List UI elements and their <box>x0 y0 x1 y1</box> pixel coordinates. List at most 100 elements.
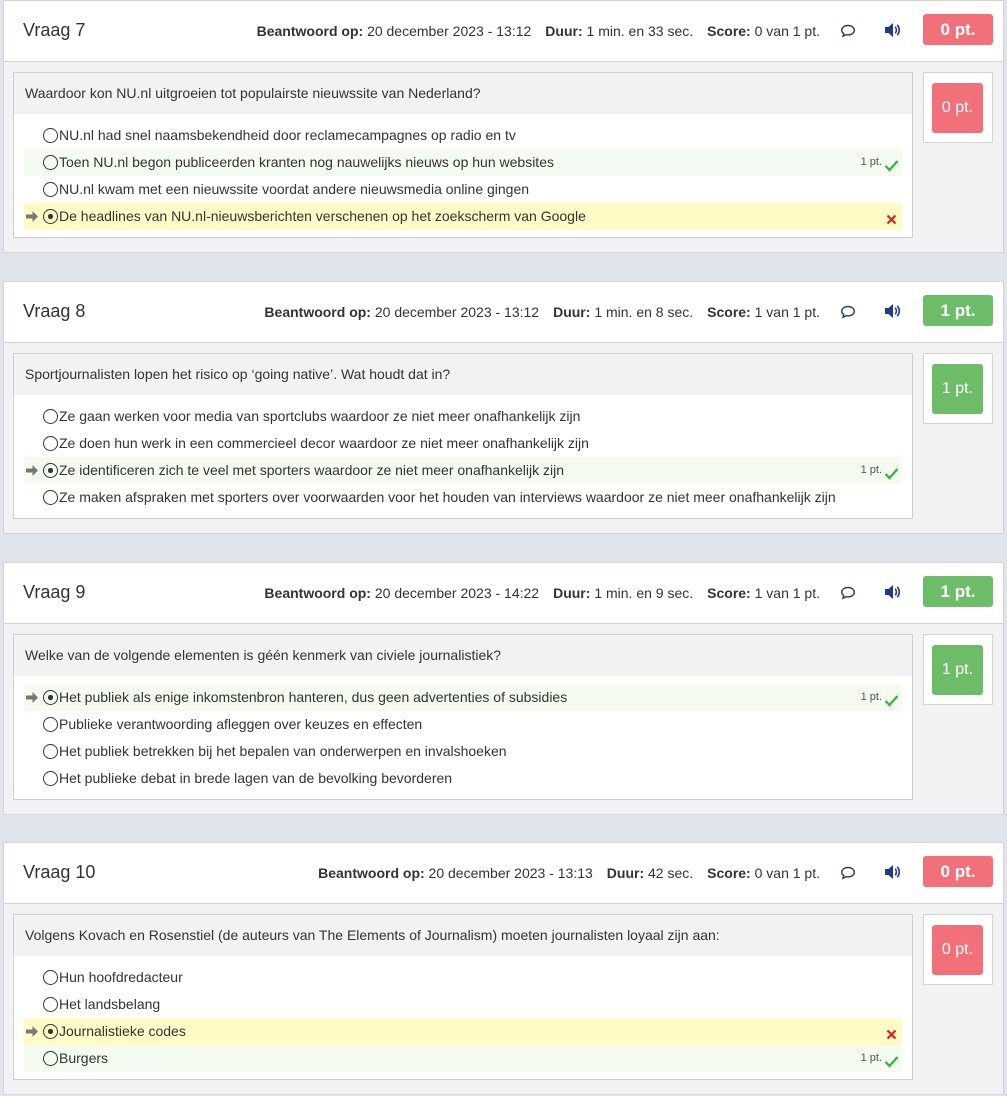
speaker-icon[interactable] <box>883 863 903 881</box>
answer-text: Burgers <box>59 1050 109 1066</box>
side-score-badge: 1 pt. <box>932 645 983 695</box>
question-body: Volgens Kovach en Rosenstiel (de auteurs… <box>13 914 913 1080</box>
score-value: 1 van 1 pt. <box>754 304 820 320</box>
answer-points: 1 pt. <box>860 1052 882 1064</box>
answer-option: Publieke verantwoording afleggen over ke… <box>24 711 902 738</box>
answered-on-value: 20 december 2023 - 13:13 <box>428 865 593 881</box>
answer-points: 1 pt. <box>860 156 882 168</box>
answer-option: Toen NU.nl begon publiceerden kranten no… <box>24 149 902 176</box>
answered-on-label: Beantwoord op: <box>264 304 371 320</box>
answer-option: Het publiek als enige inkomstenbron hant… <box>24 684 902 711</box>
answer-list: Ze gaan werken voor media van sportclubs… <box>14 395 912 518</box>
quiz-results-page: Vraag 7 Beantwoord op: 20 december 2023 … <box>0 0 1007 1096</box>
radio-button <box>43 690 58 705</box>
answered-on-label: Beantwoord op: <box>264 585 371 601</box>
radio-button <box>43 128 58 143</box>
answer-option: De headlines van NU.nl-nieuwsberichten v… <box>24 203 902 230</box>
score-value: 0 van 1 pt. <box>754 23 820 39</box>
arrow-right-icon <box>25 457 39 484</box>
question-title: Vraag 7 <box>23 20 86 40</box>
comment-icon[interactable] <box>840 304 856 320</box>
answer-option: Het publiek betrekken bij het bepalen va… <box>24 738 902 765</box>
checkmark-icon <box>884 690 899 707</box>
comment-icon[interactable] <box>840 23 856 39</box>
radio-button <box>43 436 58 451</box>
score-value: 0 van 1 pt. <box>754 865 820 881</box>
radio-button <box>43 409 58 424</box>
answered-on-value: 20 december 2023 - 13:12 <box>374 304 540 320</box>
score-badge: 0 pt. <box>923 856 993 887</box>
radio-button <box>43 970 58 985</box>
radio-button <box>43 490 58 505</box>
answer-option: Het landsbelang <box>24 991 902 1018</box>
side-score-badge: 0 pt. <box>932 83 983 133</box>
radio-button <box>43 1051 58 1066</box>
side-score-box: 0 pt. <box>923 914 993 985</box>
answer-text: NU.nl kwam met een nieuwssite voordat an… <box>59 181 530 197</box>
question-body: Sportjournalisten lopen het risico op ‘g… <box>13 353 913 519</box>
speaker-icon[interactable] <box>883 583 903 601</box>
radio-button <box>43 744 58 759</box>
answer-text: Het landsbelang <box>59 996 161 1012</box>
question-text: Welke van de volgende elementen is géén … <box>14 635 912 676</box>
answer-option: Burgers 1 pt. <box>24 1045 902 1072</box>
radio-button <box>43 771 58 786</box>
score-badge: 0 pt. <box>923 14 993 45</box>
question-meta: Beantwoord op: 20 december 2023 - 13:12 D… <box>257 23 820 39</box>
radio-button <box>43 717 58 732</box>
question-card-10: Vraag 10 Beantwoord op: 20 december 2023… <box>3 842 1004 1095</box>
answer-option: Ze gaan werken voor media van sportclubs… <box>24 403 902 430</box>
duration-label: Duur: <box>553 585 591 601</box>
question-header: Vraag 10 Beantwoord op: 20 december 2023… <box>4 843 1003 904</box>
answer-text: Publieke verantwoording afleggen over ke… <box>59 716 423 732</box>
answer-text: De headlines van NU.nl-nieuwsberichten v… <box>59 208 586 224</box>
answer-text: Het publiek als enige inkomstenbron hant… <box>59 689 568 705</box>
answer-option: Het publieke debat in brede lagen van de… <box>24 765 902 792</box>
answer-text: Het publieke debat in brede lagen van de… <box>59 770 453 786</box>
answer-text: Hun hoofdredacteur <box>59 969 183 985</box>
answer-text: Toen NU.nl begon publiceerden kranten no… <box>59 154 554 170</box>
answer-text: Het publiek betrekken bij het bepalen va… <box>59 743 507 759</box>
question-meta: Beantwoord op: 20 december 2023 - 14:22 D… <box>264 585 820 601</box>
question-header: Vraag 8 Beantwoord op: 20 december 2023 … <box>4 282 1003 343</box>
question-body: Welke van de volgende elementen is géén … <box>13 634 913 800</box>
answer-text: Journalistieke codes <box>59 1023 186 1039</box>
question-card-9: Vraag 9 Beantwoord op: 20 december 2023 … <box>3 562 1004 815</box>
answer-option: Ze doen hun werk in een commercieel deco… <box>24 430 902 457</box>
answer-option: Journalistieke codes <box>24 1018 902 1045</box>
duration-value: 1 min. en 8 sec. <box>594 304 694 320</box>
side-score-badge: 0 pt. <box>932 925 983 975</box>
score-badge: 1 pt. <box>923 295 993 326</box>
side-score-box: 0 pt. <box>923 72 993 143</box>
question-title: Vraag 8 <box>23 301 86 321</box>
score-value: 1 van 1 pt. <box>754 585 820 601</box>
arrow-right-icon <box>25 203 39 230</box>
cross-icon <box>884 1024 899 1040</box>
question-header: Vraag 7 Beantwoord op: 20 december 2023 … <box>4 1 1003 62</box>
question-header: Vraag 9 Beantwoord op: 20 december 2023 … <box>4 563 1003 624</box>
radio-button <box>43 209 58 224</box>
question-text: Waardoor kon NU.nl uitgroeien tot popula… <box>14 73 912 114</box>
speaker-icon[interactable] <box>883 21 903 39</box>
cross-icon <box>884 209 899 225</box>
answer-text: Ze doen hun werk in een commercieel deco… <box>59 435 589 451</box>
comment-icon[interactable] <box>840 585 856 601</box>
speaker-icon[interactable] <box>883 302 903 320</box>
score-badge: 1 pt. <box>923 576 993 607</box>
answered-on-label: Beantwoord op: <box>318 865 425 881</box>
question-text: Sportjournalisten lopen het risico op ‘g… <box>14 354 912 395</box>
arrow-right-icon <box>25 1018 39 1045</box>
duration-label: Duur: <box>553 304 591 320</box>
duration-label: Duur: <box>606 865 645 881</box>
comment-icon[interactable] <box>840 865 856 881</box>
score-label: Score: <box>707 865 751 881</box>
answer-list: Hun hoofdredacteur Het landsbelang Journal… <box>14 956 912 1079</box>
answered-on-value: 20 december 2023 - 14:22 <box>374 585 540 601</box>
answer-option: Hun hoofdredacteur <box>24 964 902 991</box>
score-label: Score: <box>707 23 751 39</box>
answer-text: NU.nl had snel naamsbekendheid door recl… <box>59 127 516 143</box>
duration-value: 1 min. en 9 sec. <box>594 585 694 601</box>
radio-button <box>43 155 58 170</box>
question-meta: Beantwoord op: 20 december 2023 - 13:13 D… <box>318 865 820 881</box>
answer-option: Ze maken afspraken met sporters over voo… <box>24 484 902 511</box>
